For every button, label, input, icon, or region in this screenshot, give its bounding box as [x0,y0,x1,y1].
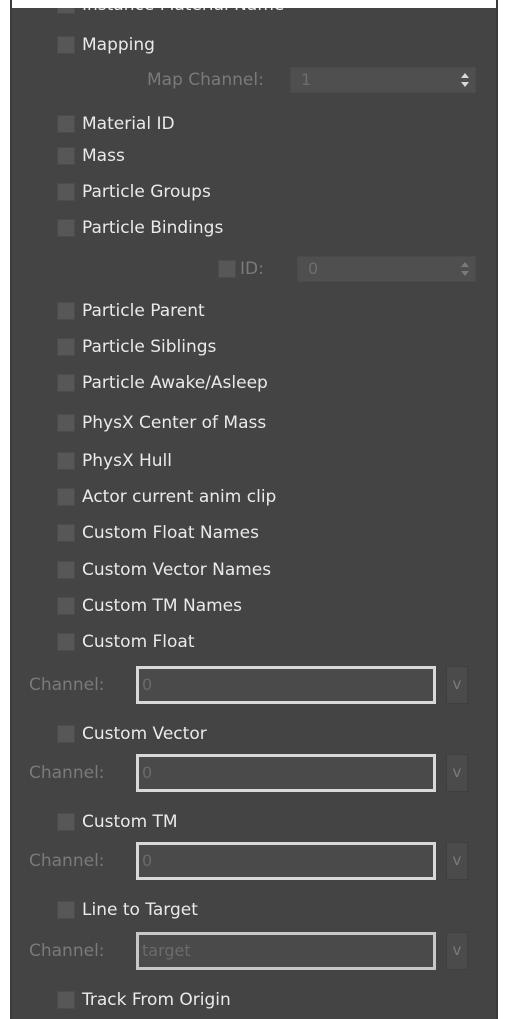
custom-float-names-label: Custom Float Names [82,523,259,543]
particle-siblings-row[interactable]: Particle Siblings [12,334,496,360]
custom-vector-checkbox[interactable] [57,725,75,743]
custom-tm-channel-label: Channel: [29,851,105,871]
particle-groups-checkbox[interactable] [57,183,75,201]
particle-siblings-checkbox[interactable] [57,338,75,356]
custom-tm-channel-input[interactable]: 0 [136,842,436,880]
map-channel-row: Map Channel: 1 [12,67,496,93]
line-to-target-channel-dropdown-button[interactable]: v [446,932,468,970]
line-to-target-channel-label: Channel: [29,941,105,961]
physx-hull-row[interactable]: PhysX Hull [12,448,496,474]
custom-tm-channel-value: 0 [142,851,153,870]
line-to-target-label: Line to Target [82,900,198,920]
line-to-target-channel-row: Channel: target v [12,932,496,970]
particle-parent-checkbox[interactable] [57,302,75,320]
particle-awake-asleep-checkbox[interactable] [57,374,75,392]
particle-bindings-label: Particle Bindings [82,218,224,238]
custom-float-label: Custom Float [82,632,195,652]
spinner-arrows-icon[interactable] [461,72,469,88]
mapping-label: Mapping [82,35,155,55]
mapping-row[interactable]: Mapping [12,32,496,58]
id-value: 0 [308,259,319,278]
material-id-checkbox[interactable] [57,115,75,133]
instance-material-name-row[interactable]: Instance Material Name [12,8,496,18]
custom-vector-channel-label: Channel: [29,763,105,783]
custom-vector-channel-row: Channel: 0 v [12,754,496,792]
id-spinner[interactable]: 0 [297,256,476,282]
track-from-origin-label: Track From Origin [82,990,231,1010]
particle-parent-row[interactable]: Particle Parent [12,298,496,324]
track-from-origin-row[interactable]: Track From Origin [12,987,496,1013]
particle-bindings-checkbox[interactable] [57,219,75,237]
custom-vector-channel-value: 0 [142,763,153,782]
instance-material-name-label: Instance Material Name [82,8,284,18]
mass-label: Mass [82,146,125,166]
particle-bindings-row[interactable]: Particle Bindings [12,215,496,241]
actor-current-anim-clip-label: Actor current anim clip [82,487,277,507]
mapping-checkbox[interactable] [57,36,75,54]
custom-vector-names-row[interactable]: Custom Vector Names [12,557,496,583]
id-label: ID: [240,259,264,279]
custom-vector-channel-input[interactable]: 0 [136,754,436,792]
custom-tm-names-row[interactable]: Custom TM Names [12,593,496,619]
rollout-window: Instance Material Name Mapping Map Chann… [0,0,509,1019]
track-from-origin-checkbox[interactable] [57,991,75,1009]
map-channel-label: Map Channel: [147,70,264,90]
particle-awake-asleep-label: Particle Awake/Asleep [82,373,268,393]
material-id-label: Material ID [82,114,175,134]
custom-vector-channel-dropdown-button[interactable]: v [446,754,468,792]
physx-center-of-mass-label: PhysX Center of Mass [82,413,267,433]
material-id-row[interactable]: Material ID [12,111,496,137]
line-to-target-channel-value: target [142,941,191,960]
actor-current-anim-clip-row[interactable]: Actor current anim clip [12,484,496,510]
custom-tm-channel-row: Channel: 0 v [12,842,496,880]
custom-tm-channel-dropdown-button[interactable]: v [446,842,468,880]
custom-float-names-row[interactable]: Custom Float Names [12,520,496,546]
physx-center-of-mass-row[interactable]: PhysX Center of Mass [12,410,496,436]
line-to-target-row[interactable]: Line to Target [12,897,496,923]
options-panel: Instance Material Name Mapping Map Chann… [12,8,496,1019]
particle-groups-row[interactable]: Particle Groups [12,179,496,205]
id-checkbox[interactable] [218,260,236,278]
physx-hull-checkbox[interactable] [57,452,75,470]
particle-awake-asleep-row[interactable]: Particle Awake/Asleep [12,370,496,396]
particle-siblings-label: Particle Siblings [82,337,217,357]
custom-float-channel-input[interactable]: 0 [136,666,436,704]
map-channel-value: 1 [301,70,312,89]
map-channel-spinner[interactable]: 1 [290,67,476,93]
custom-float-names-checkbox[interactable] [57,524,75,542]
line-to-target-checkbox[interactable] [57,901,75,919]
custom-tm-names-label: Custom TM Names [82,596,242,616]
custom-vector-label: Custom Vector [82,724,207,744]
physx-center-of-mass-checkbox[interactable] [57,414,75,432]
custom-tm-row[interactable]: Custom TM [12,809,496,835]
custom-vector-row[interactable]: Custom Vector [12,721,496,747]
custom-float-channel-label: Channel: [29,675,105,695]
line-to-target-channel-input[interactable]: target [136,932,436,970]
custom-tm-names-checkbox[interactable] [57,597,75,615]
custom-tm-checkbox[interactable] [57,813,75,831]
custom-vector-names-label: Custom Vector Names [82,560,272,580]
mass-checkbox[interactable] [57,147,75,165]
actor-current-anim-clip-checkbox[interactable] [57,488,75,506]
custom-float-row[interactable]: Custom Float [12,629,496,655]
custom-float-channel-dropdown-button[interactable]: v [446,666,468,704]
particle-groups-label: Particle Groups [82,182,211,202]
custom-float-channel-value: 0 [142,675,153,694]
particle-parent-label: Particle Parent [82,301,205,321]
right-margin [498,0,509,1019]
custom-float-checkbox[interactable] [57,633,75,651]
mass-row[interactable]: Mass [12,143,496,169]
id-row: ID: 0 [12,256,496,282]
left-margin [0,0,10,1019]
instance-material-name-checkbox[interactable] [57,8,75,14]
custom-tm-label: Custom TM [82,812,178,832]
custom-float-channel-row: Channel: 0 v [12,666,496,704]
spinner-arrows-icon[interactable] [461,261,469,277]
custom-vector-names-checkbox[interactable] [57,561,75,579]
physx-hull-label: PhysX Hull [82,451,172,471]
